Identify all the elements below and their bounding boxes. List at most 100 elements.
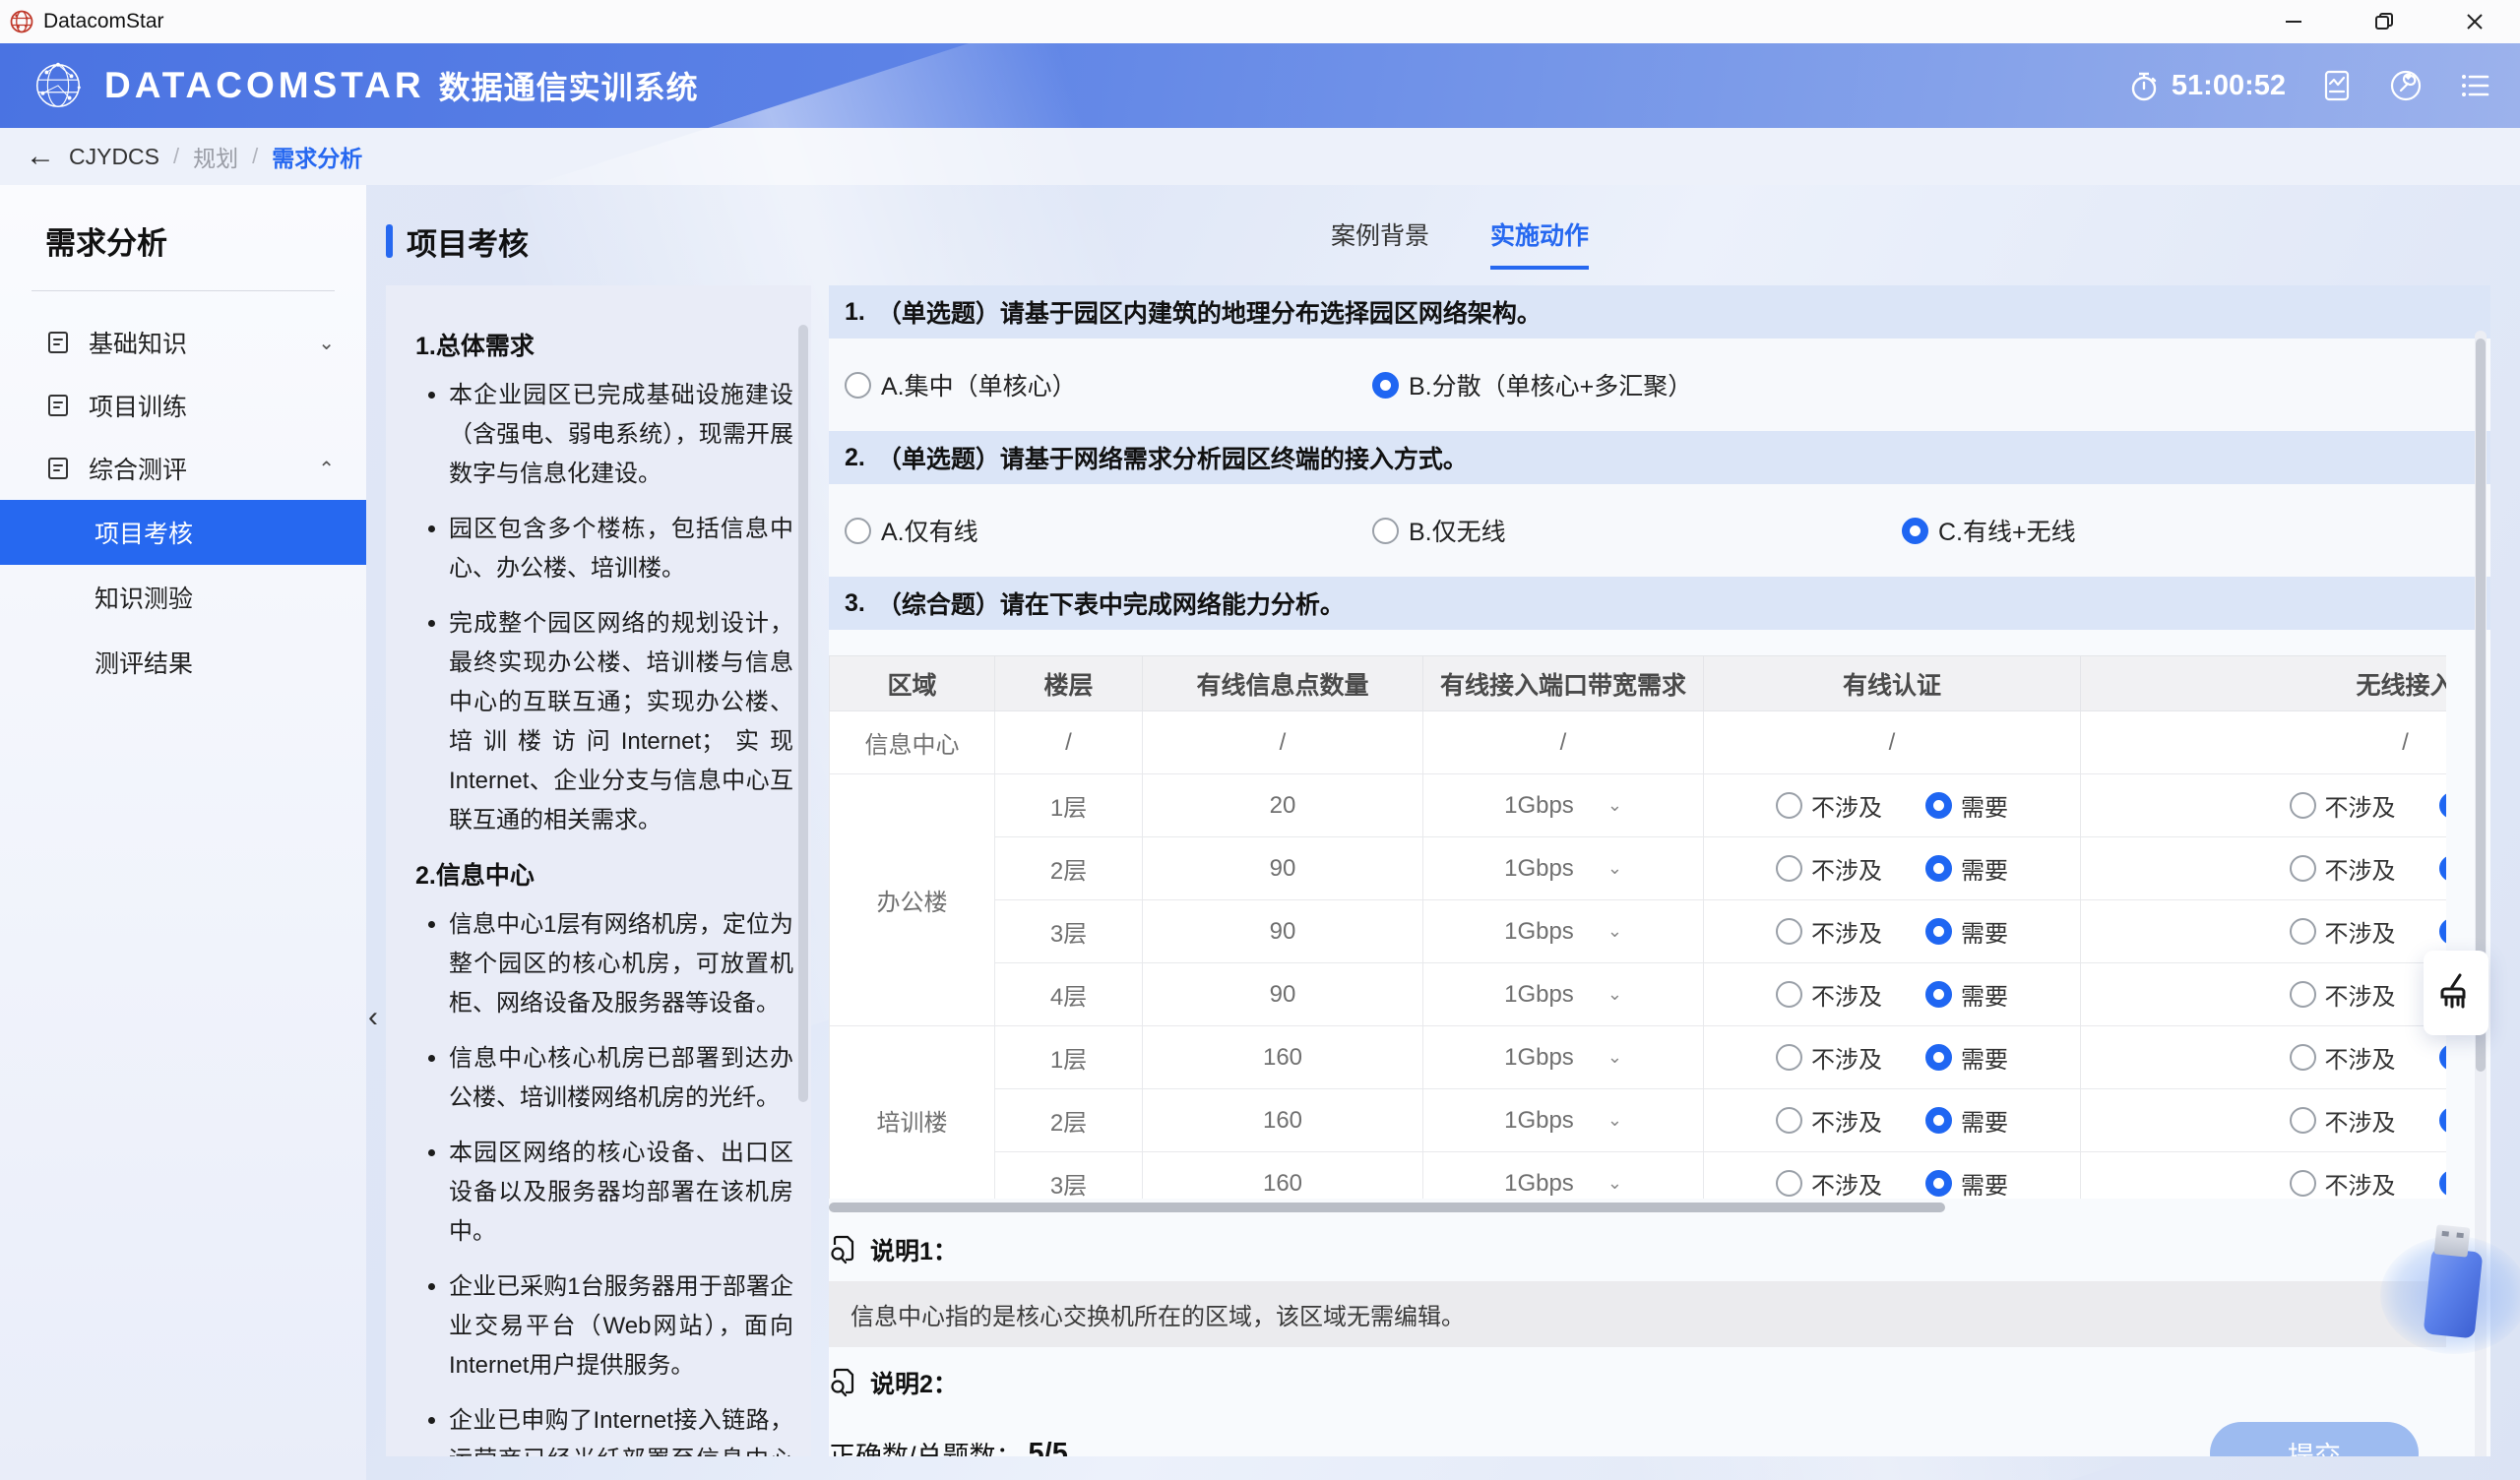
bandwidth-value: 1Gbps	[1504, 918, 1574, 946]
close-button[interactable]	[2429, 0, 2520, 43]
wireless-access-option[interactable]: 需要	[2439, 1103, 2447, 1138]
radio-icon[interactable]	[2290, 1044, 2316, 1071]
radio-icon[interactable]	[1925, 792, 1952, 819]
menu-list-icon[interactable]	[2457, 68, 2492, 103]
radio-icon[interactable]	[2290, 792, 2316, 819]
radio-icon[interactable]	[1776, 1107, 1802, 1134]
table-row: 4层901Gbps⌄不涉及需要不涉及需要	[830, 963, 2447, 1026]
case-panel-scrollbar[interactable]	[798, 325, 808, 1102]
radio-icon[interactable]	[1925, 1044, 1952, 1071]
wired-auth-option[interactable]: 需要	[1925, 1166, 2008, 1199]
wireless-access-option[interactable]: 不涉及	[2290, 977, 2396, 1012]
wired-auth-option[interactable]: 需要	[1925, 977, 2008, 1012]
wireless-access-option[interactable]: 不涉及	[2290, 1166, 2396, 1199]
table-horizontal-scrollbar[interactable]	[829, 1201, 2446, 1214]
minimize-button[interactable]	[2248, 0, 2339, 43]
radio-icon[interactable]	[1925, 855, 1952, 882]
radio-icon[interactable]	[1776, 792, 1802, 819]
radio-icon[interactable]	[2290, 1107, 2316, 1134]
radio-icon[interactable]	[2439, 792, 2447, 819]
tools-icon[interactable]	[2388, 68, 2424, 103]
radio-icon[interactable]	[2439, 1107, 2447, 1134]
wired-auth-option[interactable]: 不涉及	[1776, 788, 1882, 823]
report-icon[interactable]	[2319, 68, 2355, 103]
wired-auth-option[interactable]: 需要	[1925, 914, 2008, 949]
tab[interactable]: 实施动作	[1490, 216, 1589, 270]
radio-icon[interactable]	[845, 518, 871, 544]
radio-icon[interactable]	[1372, 518, 1399, 544]
wireless-access-option[interactable]: 需要	[2439, 1166, 2447, 1199]
wired-auth-option[interactable]: 不涉及	[1776, 1040, 1882, 1075]
wireless-access-option[interactable]: 需要	[2439, 914, 2447, 949]
radio-option[interactable]: A.仅有线	[845, 513, 978, 548]
radio-icon[interactable]	[1372, 372, 1399, 399]
bandwidth-select[interactable]: 1Gbps⌄	[1423, 855, 1703, 883]
radio-icon[interactable]	[1776, 1044, 1802, 1071]
case-bullet: 企业已申购了Internet接入链路，运营商已经光纤部署至信息中心核心机房中。	[449, 1401, 793, 1456]
radio-option[interactable]: C.有线+无线	[1902, 513, 2076, 548]
wireless-access-option[interactable]: 不涉及	[2290, 851, 2396, 886]
radio-icon[interactable]	[1902, 518, 1928, 544]
sidebar-subitem[interactable]: 知识测验	[0, 565, 366, 630]
tab[interactable]: 案例背景	[1331, 216, 1429, 270]
breadcrumb-root[interactable]: CJYDCS	[69, 144, 159, 170]
back-arrow-icon[interactable]: ←	[26, 142, 55, 171]
wired-auth-option[interactable]: 不涉及	[1776, 914, 1882, 949]
radio-option[interactable]: A.集中（单核心）	[845, 367, 1077, 402]
radio-option[interactable]: B.分散（单核心+多汇聚）	[1372, 367, 1692, 402]
usb-drive-widget[interactable]	[2380, 1208, 2520, 1376]
wired-auth-option[interactable]: 不涉及	[1776, 1166, 1882, 1199]
floor-cell: 1层	[995, 1026, 1143, 1089]
sidebar-subitem[interactable]: 项目考核	[0, 500, 366, 565]
radio-icon[interactable]	[2290, 1170, 2316, 1197]
wireless-access-option[interactable]: 不涉及	[2290, 1103, 2396, 1138]
radio-icon[interactable]	[2290, 918, 2316, 945]
radio-icon[interactable]	[845, 372, 871, 399]
wireless-access-option[interactable]: 不涉及	[2290, 1040, 2396, 1075]
wireless-access-option[interactable]: 需要	[2439, 851, 2447, 886]
radio-icon[interactable]	[2439, 1044, 2447, 1071]
wireless-access-option[interactable]: 需要	[2439, 788, 2447, 823]
wired-auth-option[interactable]: 需要	[1925, 1103, 2008, 1138]
sidebar-subitem[interactable]: 测评结果	[0, 630, 366, 695]
bandwidth-select[interactable]: 1Gbps⌄	[1423, 792, 1703, 820]
bandwidth-select[interactable]: 1Gbps⌄	[1423, 1107, 1703, 1135]
sidebar-item[interactable]: 基础知识 ⌄	[0, 311, 366, 374]
radio-icon[interactable]	[1925, 981, 1952, 1008]
wireless-access-option[interactable]: 需要	[2439, 1040, 2447, 1075]
radio-icon[interactable]	[2439, 855, 2447, 882]
bandwidth-select[interactable]: 1Gbps⌄	[1423, 981, 1703, 1009]
wireless-access-option[interactable]: 不涉及	[2290, 788, 2396, 823]
floor-cell: 1层	[995, 774, 1143, 837]
wired-auth-option[interactable]: 需要	[1925, 1040, 2008, 1075]
bandwidth-select[interactable]: 1Gbps⌄	[1423, 1170, 1703, 1198]
restore-button[interactable]	[2339, 0, 2429, 43]
wired-auth-option[interactable]: 不涉及	[1776, 977, 1882, 1012]
radio-icon[interactable]	[1776, 1170, 1802, 1197]
radio-option[interactable]: B.仅无线	[1372, 513, 1506, 548]
radio-icon[interactable]	[2439, 1170, 2447, 1197]
submit-button[interactable]: 提交	[2210, 1422, 2419, 1456]
radio-icon[interactable]	[2439, 918, 2447, 945]
radio-icon[interactable]	[1925, 918, 1952, 945]
radio-icon[interactable]	[1925, 1170, 1952, 1197]
bandwidth-select[interactable]: 1Gbps⌄	[1423, 918, 1703, 946]
radio-icon[interactable]	[2290, 981, 2316, 1008]
sidebar-item[interactable]: 项目训练	[0, 374, 366, 437]
wired-auth-option[interactable]: 不涉及	[1776, 1103, 1882, 1138]
wired-auth-option[interactable]: 需要	[1925, 851, 2008, 886]
bandwidth-select[interactable]: 1Gbps⌄	[1423, 1044, 1703, 1072]
radio-icon[interactable]	[1776, 918, 1802, 945]
sidebar-collapse-handle[interactable]: ‹	[360, 992, 386, 1043]
table-row: 3层1601Gbps⌄不涉及需要不涉及需要	[830, 1152, 2447, 1200]
breadcrumb-plan[interactable]: 规划	[193, 140, 238, 173]
radio-icon[interactable]	[2290, 855, 2316, 882]
radio-icon[interactable]	[1776, 981, 1802, 1008]
wireless-access-option[interactable]: 不涉及	[2290, 914, 2396, 949]
radio-icon[interactable]	[1776, 855, 1802, 882]
sidebar-item[interactable]: 综合测评 ⌃	[0, 437, 366, 500]
radio-icon[interactable]	[1925, 1107, 1952, 1134]
clear-broom-button[interactable]	[2424, 951, 2488, 1035]
wired-auth-option[interactable]: 不涉及	[1776, 851, 1882, 886]
wired-auth-option[interactable]: 需要	[1925, 788, 2008, 823]
